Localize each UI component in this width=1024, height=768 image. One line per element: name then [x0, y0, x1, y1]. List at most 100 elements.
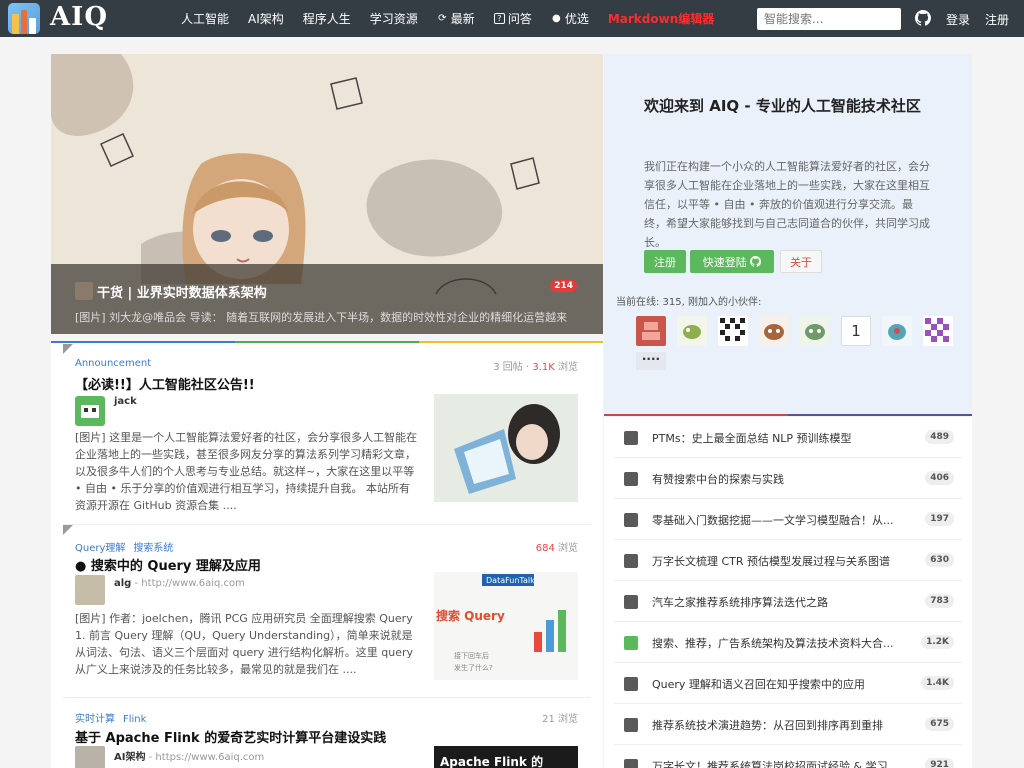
nav-ai-architecture[interactable]: AI架构 [248, 10, 284, 27]
hot-article-item[interactable]: 汽车之家推荐系统排序算法迭代之路 783 [614, 581, 962, 622]
member-avatar[interactable] [923, 316, 953, 346]
welcome-description: 我们正在构建一个小众的人工智能算法爱好者的社区，会分享很多人工智能在企业落地上的… [644, 160, 930, 249]
hot-article-count: 406 [925, 471, 954, 485]
nav-latest[interactable]: ⟳ 最新 [437, 10, 475, 27]
hot-article-title[interactable]: Query 理解和语义召回在知乎搜索中的应用 [652, 676, 904, 692]
author-name[interactable]: jack [114, 396, 137, 407]
divider [604, 414, 788, 416]
hot-article-item[interactable]: 搜索、推荐，广告系统架构及算法技术资料大合... 1.2K [614, 622, 962, 663]
hot-article-title[interactable]: 万字长文！推荐系统算法岗校招面试经验 & 学习... [652, 758, 904, 768]
author-avatar[interactable] [75, 396, 105, 426]
tag-link[interactable]: 实时计算 [75, 714, 115, 725]
member-avatar[interactable]: 1 [841, 316, 871, 346]
quick-login-button[interactable]: 快速登陆 [690, 250, 774, 273]
site-logo-text[interactable]: AIQ [50, 2, 108, 32]
login-link[interactable]: 登录 [946, 11, 970, 28]
hot-article-count: 675 [925, 717, 954, 731]
about-button[interactable]: 关于 [780, 250, 822, 273]
hot-article-count: 1.4K [921, 676, 954, 690]
thumbnail-title: 搜索 Query [436, 608, 505, 623]
view-count: 684 [535, 543, 555, 554]
register-button[interactable]: 注册 [644, 250, 686, 273]
hot-article-title[interactable]: 有赞搜索中台的探索与实践 [652, 471, 904, 487]
search-input[interactable] [757, 8, 901, 30]
hot-article-count: 783 [925, 594, 954, 608]
member-avatar[interactable] [800, 316, 830, 346]
hero-caption: 干货 | 业界实时数据体系架构 214 [图片] 刘大龙@唯品会 导读： 随着互… [51, 264, 603, 334]
thumbnail-brand: DataFunTalk [486, 576, 535, 585]
view-count: 3.1K [532, 362, 555, 373]
member-avatar[interactable] [759, 316, 789, 346]
hero-author-avatar [75, 282, 93, 300]
hot-article-item[interactable]: PTMs：史上最全面总结 NLP 预训练模型 489 [614, 417, 962, 458]
hot-article-title[interactable]: 万字长文梳理 CTR 预估模型发展过程与关系图谱 [652, 553, 904, 569]
quick-login-label: 快速登陆 [702, 255, 747, 269]
nav-markdown-editor[interactable]: Markdown编辑器 [608, 10, 714, 27]
article-thumbnail[interactable]: Apache Flink 的 [434, 746, 578, 768]
welcome-panel: 欢迎来到 AIQ - 专业的人工智能技术社区 我们正在构建一个小众的人工智能算法… [604, 54, 972, 416]
article-excerpt: [图片] 作者：joelchen，腾讯 PCG 应用研究员 全面理解搜索 Que… [75, 612, 413, 676]
hot-article-title[interactable]: 汽车之家推荐系统排序算法迭代之路 [652, 594, 904, 610]
more-members-button[interactable]: ···· [636, 352, 666, 370]
hero-title[interactable]: 干货 | 业界实时数据体系架构 [97, 282, 267, 301]
view-count: 21 [542, 714, 555, 725]
author-avatar [624, 554, 638, 568]
pin-icon [63, 525, 73, 535]
nav-ai[interactable]: 人工智能 [181, 10, 229, 27]
hot-article-title[interactable]: 推荐系统技术演进趋势：从召回到排序再到重排 [652, 717, 904, 733]
featured-hero[interactable]: 干货 | 业界实时数据体系架构 214 [图片] 刘大龙@唯品会 导读： 随着互… [51, 54, 603, 334]
hot-article-count: 197 [925, 512, 954, 526]
article-thumbnail[interactable] [434, 394, 578, 502]
tag-link[interactable]: Announcement [75, 358, 151, 369]
tag-link[interactable]: Query理解 [75, 543, 125, 554]
article-item[interactable]: Query理解 搜索系统 684 浏览 ● 搜索中的 Query 理解及应用 al… [51, 525, 603, 697]
author-avatar [624, 513, 638, 527]
register-link[interactable]: 注册 [985, 11, 1009, 28]
thumbnail-caption-1: 接下回车后 [454, 651, 489, 660]
article-item[interactable]: 实时计算 Flink 21 浏览 基于 Apache Flink 的爱奇艺实时计算… [51, 698, 603, 768]
nav-featured[interactable]: ● 优选 [551, 10, 589, 27]
article-thumbnail[interactable]: DataFunTalk 搜索 Query 接下回车后 发生了什么? [434, 572, 578, 680]
nav-programmer-life[interactable]: 程序人生 [303, 10, 351, 27]
tag-link[interactable]: 搜索系统 [133, 543, 173, 554]
hero-excerpt: [图片] 刘大龙@唯品会 导读： 随着互联网的发展进入下半场，数据的时效性对企业… [75, 311, 568, 324]
article-feed: Announcement 3 回帖 · 3.1K 浏览 【必读!!】人工智能社区… [51, 341, 603, 768]
author-avatar [624, 595, 638, 609]
hot-article-item[interactable]: Query 理解和语义召回在知乎搜索中的应用 1.4K [614, 663, 962, 704]
hot-article-title[interactable]: PTMs：史上最全面总结 NLP 预训练模型 [652, 430, 904, 446]
article-title[interactable]: ● 搜索中的 Query 理解及应用 [75, 555, 261, 574]
view-label: 浏览 [554, 543, 578, 554]
article-item[interactable]: Announcement 3 回帖 · 3.1K 浏览 【必读!!】人工智能社区… [51, 341, 603, 524]
member-avatar[interactable] [636, 316, 666, 346]
author-avatar [624, 718, 638, 732]
divider [788, 414, 972, 416]
article-title[interactable]: 【必读!!】人工智能社区公告!! [75, 374, 255, 393]
member-avatar[interactable] [677, 316, 707, 346]
hot-article-item[interactable]: 零基础入门数据挖掘——一文学习模型融合！从... 197 [614, 499, 962, 540]
author-avatar[interactable] [75, 575, 105, 605]
hot-article-item[interactable]: 万字长文梳理 CTR 预估模型发展过程与关系图谱 630 [614, 540, 962, 581]
hot-article-title[interactable]: 搜索、推荐，广告系统架构及算法技术资料大合... [652, 635, 904, 651]
article-title[interactable]: 基于 Apache Flink 的爱奇艺实时计算平台建设实践 [75, 727, 386, 746]
article-tags: Announcement [75, 358, 159, 369]
author-name[interactable]: AI架构 - https://www.6aiq.com [114, 748, 264, 763]
hot-article-item[interactable]: 推荐系统技术演进趋势：从召回到排序再到重排 675 [614, 704, 962, 745]
author-name[interactable]: alg - http://www.6aiq.com [114, 578, 245, 589]
author-avatar [624, 677, 638, 691]
hero-comment-count-badge: 214 [550, 280, 577, 292]
hot-article-title[interactable]: 零基础入门数据挖掘——一文学习模型融合！从... [652, 512, 904, 528]
nav-qa[interactable]: ? 问答 [493, 10, 532, 27]
member-avatar[interactable] [882, 316, 912, 346]
hot-article-item[interactable]: 有赞搜索中台的探索与实践 406 [614, 458, 962, 499]
author-avatar [624, 759, 638, 768]
github-icon [750, 256, 762, 267]
hot-article-count: 1.2K [921, 635, 954, 649]
author-avatar[interactable] [75, 746, 105, 768]
hot-article-item[interactable]: 万字长文！推荐系统算法岗校招面试经验 & 学习... 921 [614, 745, 962, 768]
member-avatar[interactable] [718, 316, 748, 346]
thumbnail-caption-2: 发生了什么? [454, 663, 493, 672]
nav-learning-resources[interactable]: 学习资源 [370, 10, 418, 27]
logo-icon[interactable] [8, 3, 40, 34]
github-icon[interactable] [915, 10, 931, 26]
tag-link[interactable]: Flink [123, 714, 146, 725]
